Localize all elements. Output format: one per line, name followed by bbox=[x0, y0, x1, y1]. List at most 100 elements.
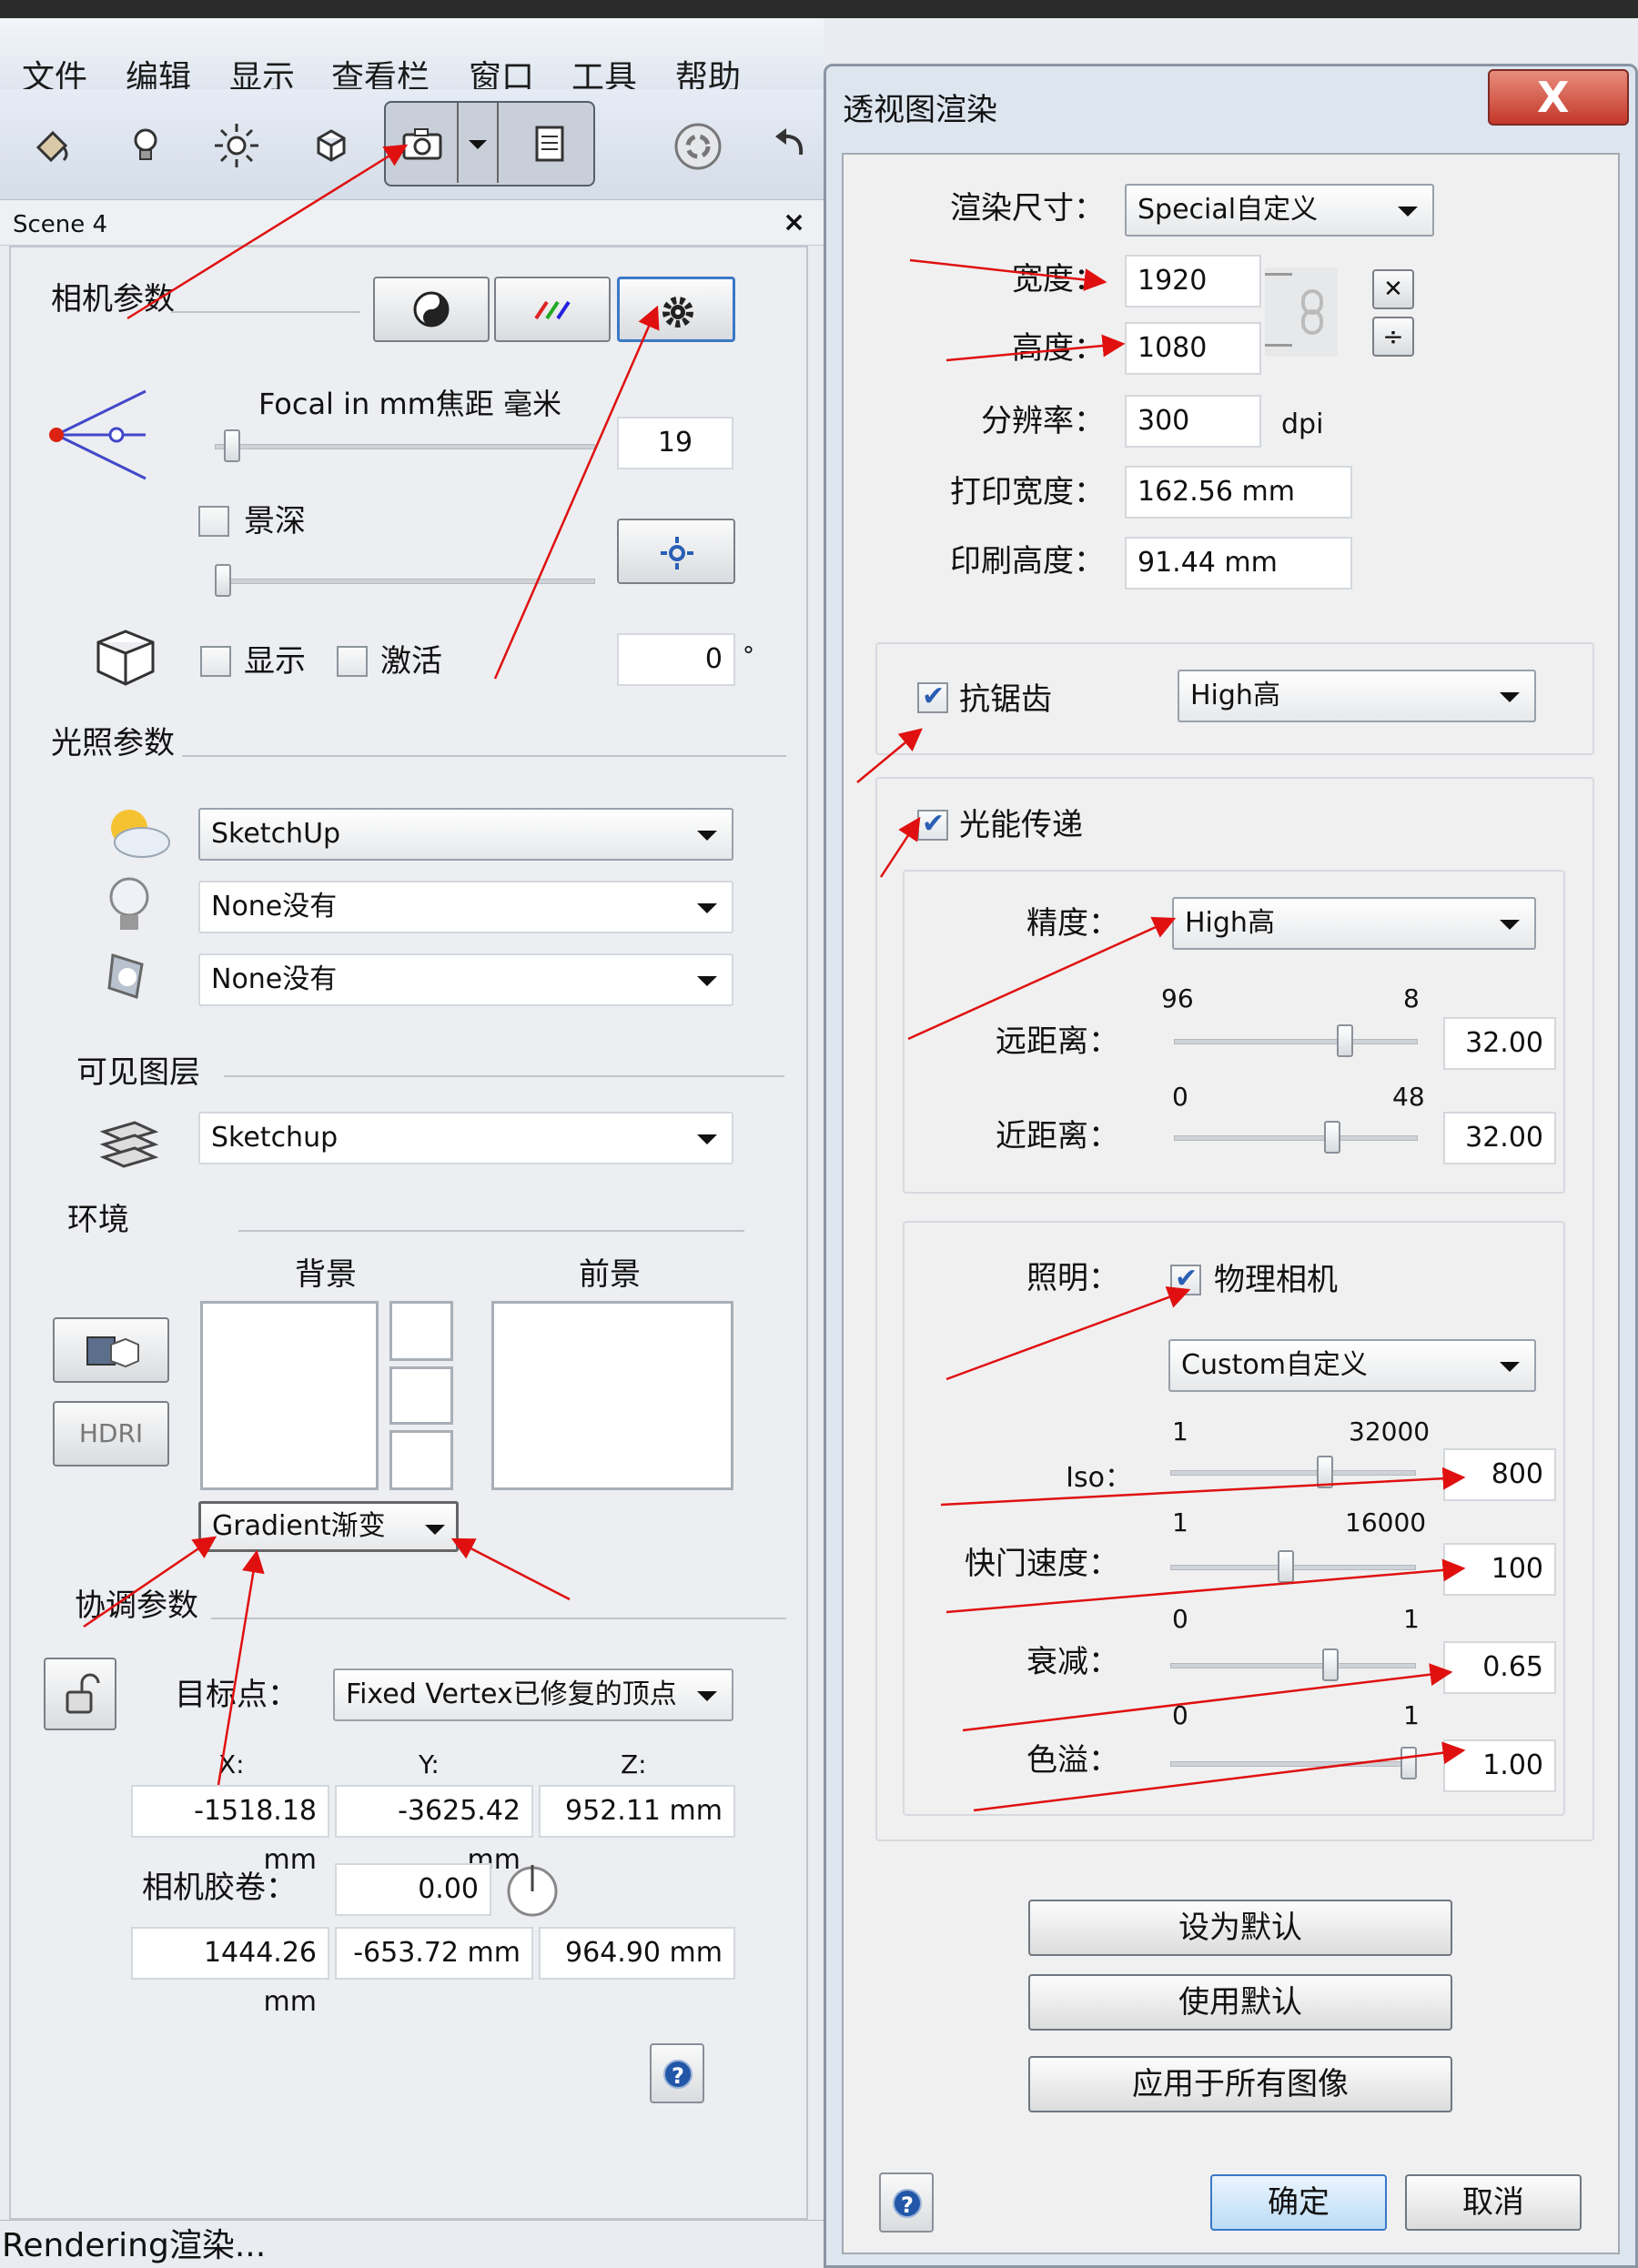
camera-tab-2[interactable] bbox=[494, 277, 611, 342]
dof-slider[interactable] bbox=[215, 579, 595, 584]
light-select-1[interactable]: None没有 bbox=[198, 881, 733, 933]
foreground-preview[interactable] bbox=[491, 1301, 733, 1490]
use-default-button[interactable]: 使用默认 bbox=[1028, 1974, 1452, 2031]
decay-label: 衰减： bbox=[1026, 1644, 1119, 1680]
orbit-icon[interactable] bbox=[670, 118, 726, 175]
apply-all-button[interactable]: 应用于所有图像 bbox=[1028, 2056, 1452, 2112]
lighting-select[interactable]: Custom自定义 bbox=[1168, 1339, 1536, 1392]
sun-select[interactable]: SketchUp bbox=[198, 808, 733, 861]
camera-z-field[interactable]: 964.90 mm bbox=[539, 1927, 735, 1980]
shutter-max: 16000 bbox=[1345, 1507, 1427, 1537]
scene-close-icon[interactable]: × bbox=[783, 209, 805, 237]
set-default-button[interactable]: 设为默认 bbox=[1028, 1900, 1452, 1956]
decay-field[interactable]: 0.65 bbox=[1443, 1641, 1556, 1694]
height-field[interactable]: 1080 bbox=[1125, 322, 1261, 375]
focal-slider[interactable] bbox=[215, 444, 595, 449]
radiosity-checkbox[interactable] bbox=[917, 808, 948, 841]
aspect-link[interactable] bbox=[1265, 267, 1338, 357]
precision-select[interactable]: High高 bbox=[1172, 897, 1536, 950]
bleed-slider-thumb[interactable] bbox=[1400, 1747, 1417, 1779]
antialias-checkbox[interactable] bbox=[917, 680, 948, 713]
focal-value-field[interactable]: 19 bbox=[617, 417, 733, 469]
print-height-field[interactable]: 91.44 mm bbox=[1125, 537, 1352, 590]
show-checkbox[interactable] bbox=[200, 646, 231, 677]
bleed-field[interactable]: 1.00 bbox=[1443, 1739, 1556, 1792]
near-field[interactable]: 32.00 bbox=[1443, 1112, 1556, 1164]
dialog-help-button[interactable]: ? bbox=[879, 2172, 934, 2233]
dialog-close-button[interactable]: X bbox=[1488, 69, 1629, 126]
divider bbox=[238, 1230, 744, 1232]
shutter-slider-thumb[interactable] bbox=[1277, 1550, 1294, 1583]
film-field[interactable]: 0.00 bbox=[335, 1863, 491, 1916]
yin-yang-icon bbox=[413, 291, 450, 328]
far-slider[interactable] bbox=[1174, 1039, 1418, 1044]
lock-button[interactable] bbox=[44, 1658, 116, 1730]
chevron-down-icon bbox=[1500, 692, 1520, 702]
far-slider-thumb[interactable] bbox=[1336, 1024, 1353, 1057]
swap-divide-button[interactable]: ÷ bbox=[1372, 317, 1414, 357]
dof-checkbox[interactable] bbox=[198, 506, 229, 537]
swap-multiply-button[interactable]: ✕ bbox=[1372, 269, 1414, 309]
light-bulb-icon[interactable] bbox=[120, 120, 171, 171]
antialias-label: 抗锯齿 bbox=[959, 681, 1052, 718]
cube-icon[interactable] bbox=[306, 120, 357, 171]
target-z-field[interactable]: 952.11 mm bbox=[539, 1785, 735, 1838]
ok-button[interactable]: 确定 bbox=[1210, 2174, 1387, 2231]
image-environment-button[interactable] bbox=[53, 1317, 169, 1383]
target-y-field[interactable]: -3625.42 mm bbox=[335, 1785, 533, 1876]
help-icon: ? bbox=[663, 2060, 693, 2089]
focal-slider-thumb[interactable] bbox=[224, 429, 240, 462]
near-slider-thumb[interactable] bbox=[1324, 1121, 1341, 1154]
print-width-field[interactable]: 162.56 mm bbox=[1125, 466, 1352, 519]
antialias-select[interactable]: High高 bbox=[1178, 670, 1536, 722]
dial-icon[interactable] bbox=[502, 1860, 562, 1920]
layers-icon bbox=[99, 1121, 159, 1168]
far-field[interactable]: 32.00 bbox=[1443, 1017, 1556, 1070]
sun-cloud-icon bbox=[111, 810, 170, 858]
width-field[interactable]: 1920 bbox=[1125, 255, 1261, 307]
angle-field[interactable]: 0 bbox=[617, 633, 735, 686]
camera-tab-settings[interactable] bbox=[617, 277, 735, 342]
light-select-2[interactable]: None没有 bbox=[198, 953, 733, 1006]
iso-slider[interactable] bbox=[1170, 1470, 1416, 1476]
near-label: 近距离： bbox=[996, 1118, 1119, 1154]
background-swatch-2[interactable] bbox=[389, 1366, 453, 1425]
background-swatch-3[interactable] bbox=[389, 1430, 453, 1490]
decay-slider[interactable] bbox=[1170, 1663, 1416, 1668]
render-size-select[interactable]: Special自定义 bbox=[1125, 184, 1434, 237]
print-width-label: 打印宽度： bbox=[950, 474, 1105, 510]
near-slider[interactable] bbox=[1174, 1135, 1418, 1141]
decay-slider-thumb[interactable] bbox=[1321, 1648, 1339, 1681]
paint-bucket-icon[interactable] bbox=[27, 120, 78, 171]
camera-y-field[interactable]: -653.72 mm bbox=[335, 1927, 533, 1980]
layers-select[interactable]: Sketchup bbox=[198, 1112, 733, 1164]
physical-camera-checkbox[interactable] bbox=[1170, 1263, 1201, 1295]
sun-icon[interactable] bbox=[211, 120, 262, 171]
camera-icon[interactable] bbox=[397, 118, 448, 169]
target-select[interactable]: Fixed Vertex已修复的顶点 bbox=[333, 1668, 733, 1721]
camera-tab-1[interactable] bbox=[373, 277, 490, 342]
iso-field[interactable]: 800 bbox=[1443, 1448, 1556, 1501]
activate-checkbox[interactable] bbox=[337, 646, 368, 677]
dof-slider-thumb[interactable] bbox=[215, 564, 231, 597]
hdri-button[interactable]: HDRI bbox=[53, 1401, 169, 1467]
undo-icon[interactable] bbox=[764, 118, 815, 169]
focal-diagram-icon bbox=[49, 389, 147, 480]
document-icon[interactable] bbox=[524, 118, 575, 169]
focus-target-button[interactable] bbox=[617, 519, 735, 584]
bleed-slider[interactable] bbox=[1170, 1761, 1416, 1767]
resolution-field[interactable]: 300 bbox=[1125, 395, 1261, 448]
background-preview[interactable] bbox=[200, 1301, 379, 1490]
environment-mode-select[interactable]: Gradient渐变 bbox=[198, 1501, 459, 1552]
layers-select-value: Sketchup bbox=[211, 1122, 339, 1154]
shutter-field[interactable]: 100 bbox=[1443, 1543, 1556, 1596]
target-x-field[interactable]: -1518.18 mm bbox=[131, 1785, 329, 1876]
iso-slider-thumb[interactable] bbox=[1317, 1456, 1334, 1488]
chevron-down-icon[interactable] bbox=[457, 118, 499, 169]
camera-x-field[interactable]: 1444.26 mm bbox=[131, 1927, 329, 2018]
cancel-button[interactable]: 取消 bbox=[1405, 2174, 1582, 2231]
chevron-down-icon bbox=[1500, 920, 1520, 930]
background-swatch-1[interactable] bbox=[389, 1301, 453, 1361]
help-button[interactable]: ? bbox=[650, 2043, 704, 2103]
image-cube-icon bbox=[86, 1336, 139, 1368]
